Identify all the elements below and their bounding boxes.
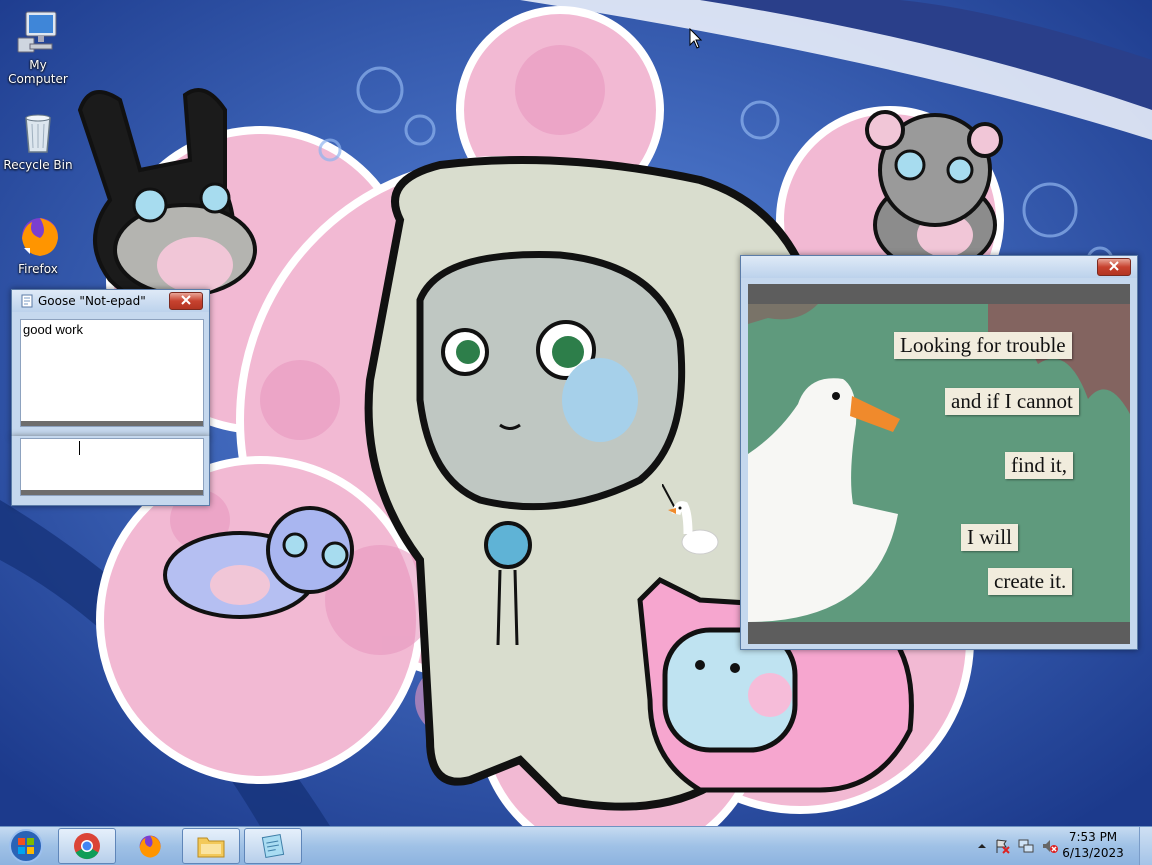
close-icon (1109, 261, 1119, 271)
desktop-goose-icon[interactable] (662, 484, 722, 564)
window-title: Goose "Not-epad" (38, 294, 146, 308)
action-center-icon[interactable] (994, 838, 1010, 854)
window-titlebar[interactable] (741, 256, 1137, 278)
desktop-icon-recycle-bin[interactable]: Recycle Bin (2, 108, 74, 172)
notepad-text: good work (23, 322, 83, 337)
desktop-icon-my-computer[interactable]: My Computer (2, 8, 74, 86)
notepad-icon (261, 834, 285, 858)
system-tray: 7:53 PM 6/13/2023 (972, 827, 1152, 865)
firefox-icon (139, 835, 161, 858)
firefox-icon (22, 218, 58, 256)
clock-time[interactable]: 7:53 PM (1058, 830, 1128, 844)
notepad-secondary-pane[interactable] (11, 436, 210, 506)
taskbar-notepad-button[interactable] (244, 828, 302, 864)
close-icon (181, 295, 191, 305)
goose-meme-window[interactable]: Looking for trouble and if I cannot find… (740, 255, 1138, 650)
meme-image: Looking for trouble and if I cannot find… (748, 284, 1130, 644)
mouse-cursor-icon (689, 28, 703, 49)
close-button[interactable] (1097, 258, 1131, 276)
meme-caption-line: create it. (988, 568, 1073, 595)
scrollbar[interactable] (21, 421, 203, 426)
meme-caption-line: find it, (1005, 452, 1073, 479)
show-desktop-button[interactable] (1139, 827, 1152, 865)
clock-date[interactable]: 6/13/2023 (1058, 846, 1128, 860)
window-titlebar[interactable]: Goose "Not-epad" (12, 290, 209, 312)
taskbar-chrome-button[interactable] (58, 828, 116, 864)
scrollbar[interactable] (21, 490, 203, 495)
show-hidden-icons-icon[interactable] (974, 838, 990, 854)
desktop-icon-firefox[interactable]: Firefox (2, 212, 74, 276)
recycle-bin-icon (25, 114, 51, 153)
notepad-icon (21, 294, 33, 308)
file-explorer-icon (197, 837, 225, 858)
taskbar: 7:53 PM 6/13/2023 (0, 826, 1152, 865)
meme-caption-line: Looking for trouble (894, 332, 1072, 359)
text-caret (79, 441, 80, 455)
close-button[interactable] (169, 292, 203, 310)
desktop-icon-label: My Computer (8, 58, 68, 86)
start-button[interactable] (4, 828, 48, 864)
notepad-text-area[interactable]: good work (20, 319, 204, 427)
computer-icon (17, 11, 57, 53)
taskbar-file-explorer-button[interactable] (182, 828, 240, 864)
meme-caption-line: I will (961, 524, 1018, 551)
desktop-icon-label: Recycle Bin (3, 158, 73, 172)
goose-notepad-window[interactable]: Goose "Not-epad" good work (11, 289, 210, 438)
secondary-text-area[interactable] (20, 438, 204, 496)
chrome-icon (74, 833, 100, 860)
meme-caption-line: and if I cannot (945, 388, 1079, 415)
taskbar-firefox-button[interactable] (120, 828, 178, 864)
desktop-icon-label: Firefox (18, 262, 58, 276)
network-icon[interactable] (1018, 838, 1034, 854)
volume-muted-icon[interactable] (1042, 838, 1058, 854)
